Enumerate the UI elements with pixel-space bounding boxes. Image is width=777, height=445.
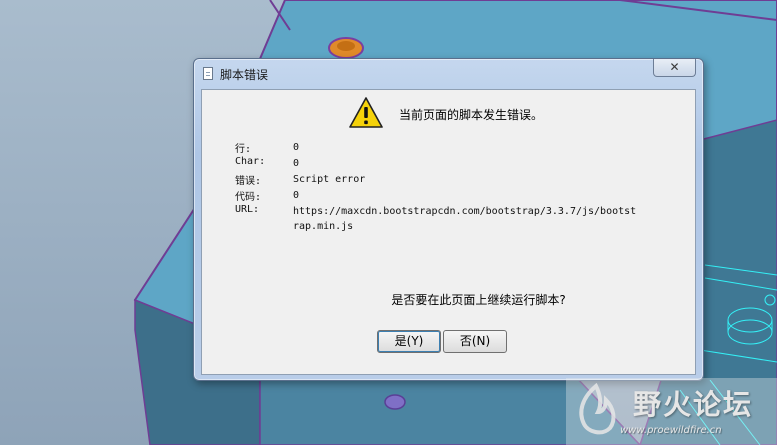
- detail-row-error: 错误: Script error: [235, 172, 685, 188]
- flame-logo-icon: [579, 382, 616, 435]
- script-error-dialog: 脚本错误 ✕ 当前页面的脚本发生错误。 行: 0 Char: 0 错误: Scr…: [193, 58, 704, 381]
- detail-row-url: URL: https://maxcdn.bootstrapcdn.com/boo…: [235, 204, 685, 236]
- detail-row-code: 代码: 0: [235, 188, 685, 204]
- detail-row-line: 行: 0: [235, 140, 685, 156]
- watermark-url: www.proewildfire.cn: [620, 425, 722, 436]
- detail-value: 0: [293, 142, 300, 153]
- detail-value: Script error: [293, 174, 366, 185]
- no-button[interactable]: 否(N): [443, 330, 507, 353]
- detail-label: 代码:: [235, 192, 262, 203]
- error-details: 行: 0 Char: 0 错误: Script error 代码: 0 URL:…: [235, 140, 685, 236]
- detail-value: 0: [293, 190, 300, 201]
- continue-question: 是否要在此页面上继续运行脚本?: [391, 293, 566, 307]
- warning-icon: [349, 97, 383, 128]
- watermark-text: 野火论坛: [633, 388, 754, 421]
- dialog-titlebar[interactable]: 脚本错误 ✕: [194, 59, 703, 89]
- close-button[interactable]: ✕: [653, 59, 696, 77]
- dialog-title: 脚本错误: [220, 68, 269, 82]
- detail-url-value: https://maxcdn.bootstrapcdn.com/bootstra…: [293, 206, 637, 232]
- close-icon: ✕: [669, 60, 680, 74]
- detail-value: 0: [293, 158, 300, 169]
- error-message: 当前页面的脚本发生错误。: [399, 108, 544, 122]
- detail-label: 行:: [235, 144, 252, 155]
- yes-button[interactable]: 是(Y): [377, 330, 441, 353]
- detail-row-char: Char: 0: [235, 156, 685, 172]
- dialog-content: 当前页面的脚本发生错误。 行: 0 Char: 0 错误: Script err…: [201, 89, 696, 375]
- detail-label: 错误:: [235, 176, 262, 187]
- detail-label: Char:: [235, 156, 266, 167]
- detail-label: URL:: [235, 204, 260, 215]
- document-icon: [203, 67, 213, 80]
